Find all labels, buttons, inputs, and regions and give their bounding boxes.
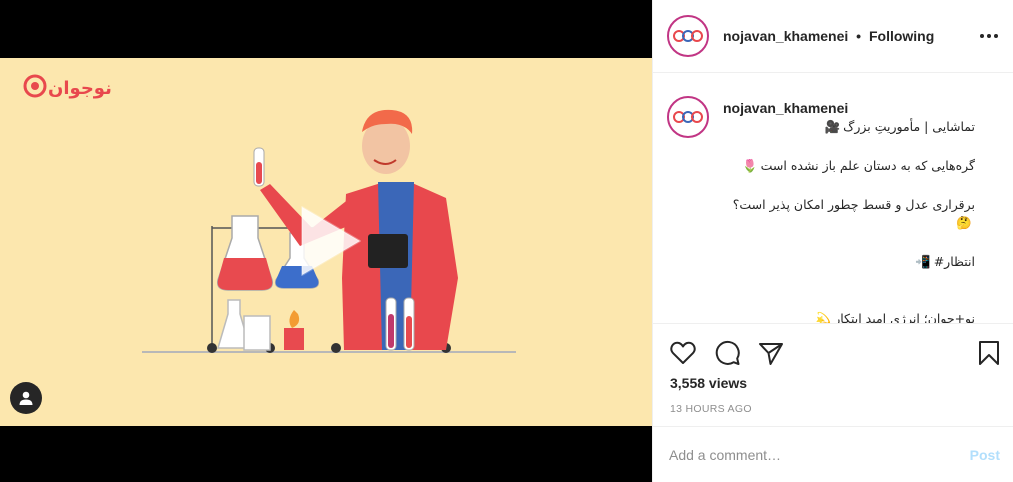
comment-icon[interactable] xyxy=(713,339,741,367)
caption-line: تماشایی | مأموریتِ بزرگ🎥 xyxy=(824,119,975,134)
watermark-text: نوجوان xyxy=(48,78,112,99)
share-icon[interactable] xyxy=(757,339,785,367)
post-button[interactable]: Post xyxy=(970,447,1000,463)
caption-line: نو+جوان؛ انرژی امید ابتکار💫 xyxy=(723,310,975,324)
post-sidebar: nojavan_khamenei • Following nojavan_kha… xyxy=(652,0,1013,482)
user-tag-button[interactable] xyxy=(10,382,42,414)
view-count[interactable]: 3,558 views xyxy=(670,375,747,391)
watermark-logo: نوجوان xyxy=(23,74,112,99)
comment-bar: Post xyxy=(653,426,1013,482)
separator-dot: • xyxy=(856,28,862,44)
person-icon xyxy=(19,391,33,405)
camera-emoji-icon: 🎥 xyxy=(824,119,841,134)
comment-input[interactable] xyxy=(669,443,949,467)
heart-icon[interactable] xyxy=(669,339,697,367)
brand-logo-icon xyxy=(673,30,703,42)
post-actions: 3,558 views 13 HOURS AGO xyxy=(653,323,1013,425)
tulip-emoji-icon: 🌷 xyxy=(742,158,758,173)
play-icon[interactable] xyxy=(294,203,364,279)
video-player[interactable]: نوجوان xyxy=(0,58,652,426)
caption-area: nojavan_khamenei تماشایی | مأموریتِ بزرگ… xyxy=(653,74,1013,324)
caption-line: گره‌هایی که به دستان علم باز نشده است🌷 xyxy=(742,158,975,173)
video-pane: نوجوان xyxy=(0,0,652,482)
following-button[interactable]: Following xyxy=(869,28,934,44)
thinking-emoji-icon: 🤔 xyxy=(956,215,972,230)
brand-logo-icon xyxy=(673,111,703,123)
post-header: nojavan_khamenei • Following xyxy=(653,0,1013,73)
bookmark-icon[interactable] xyxy=(975,339,1003,367)
timestamp[interactable]: 13 HOURS AGO xyxy=(670,403,752,415)
phone-emoji-icon: 📲 xyxy=(915,254,931,269)
caption-line: برقراری عدل و قسط چطور امکان پذیر است؟🤔 xyxy=(732,197,975,230)
avatar[interactable] xyxy=(667,15,709,57)
caption-avatar[interactable] xyxy=(667,96,709,138)
caption-username[interactable]: nojavan_khamenei xyxy=(723,100,993,116)
dizzy-emoji-icon: 💫 xyxy=(815,311,832,324)
header-username[interactable]: nojavan_khamenei xyxy=(723,28,848,44)
more-options-icon[interactable] xyxy=(978,26,1000,46)
caption-hashtag[interactable]: انتظار#📲 xyxy=(723,253,975,271)
